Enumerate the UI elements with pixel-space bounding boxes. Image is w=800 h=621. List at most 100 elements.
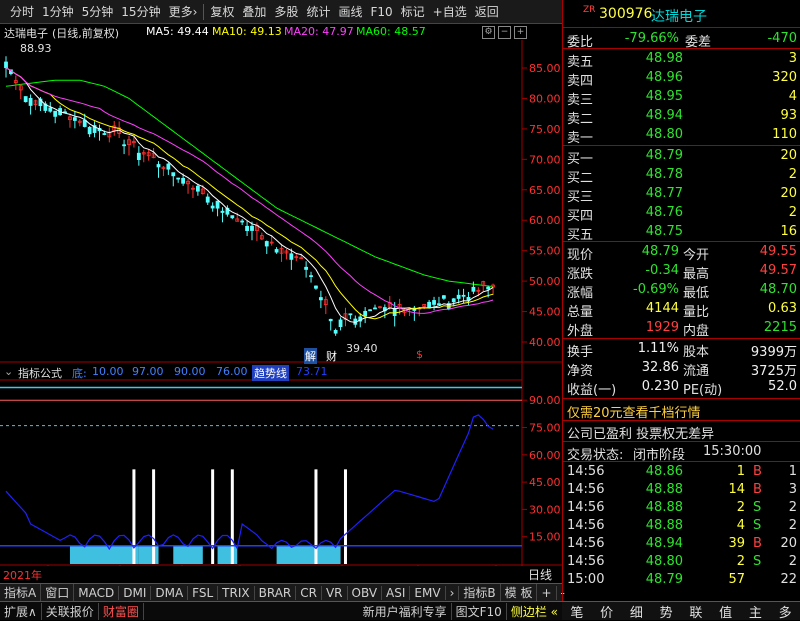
signal-bar (343, 469, 347, 564)
candle-body (264, 241, 269, 247)
tab-fsl[interactable]: FSL (188, 585, 219, 600)
tab-more-arrow[interactable]: › (446, 585, 460, 600)
tb-item[interactable]: 叠加 (238, 3, 270, 20)
quote-tab[interactable]: 联 (689, 602, 702, 621)
collapse-icon[interactable]: ⌄ (4, 365, 13, 378)
event-marker[interactable]: $ (416, 348, 423, 361)
tab-obv[interactable]: OBV (348, 585, 383, 600)
tb-item[interactable]: +自选 (429, 3, 471, 20)
tab-cr[interactable]: CR (296, 585, 322, 600)
tab-vr[interactable]: VR (322, 585, 348, 600)
stat-value: 48.79 (641, 244, 679, 259)
tab-trix[interactable]: TRIX (218, 585, 255, 600)
tb-item[interactable]: 返回 (471, 3, 503, 20)
tab-template[interactable]: 模 板 (501, 584, 538, 601)
stat-label: 现价 (567, 248, 594, 263)
tab-brar[interactable]: BRAR (255, 585, 297, 600)
tick-volume: 57 (728, 572, 745, 587)
axis-label: 45.00 (529, 476, 561, 489)
indicator-title[interactable]: 指标公式 (18, 365, 62, 381)
tb-item[interactable]: 1分钟 (38, 3, 78, 20)
order-price: 48.76 (645, 205, 683, 220)
order-volume: 20 (780, 186, 797, 201)
wealth-circle-link[interactable]: 财富圈 (99, 602, 144, 620)
tick-price: 48.86 (645, 464, 683, 479)
tb-item[interactable]: 标记 (397, 3, 429, 20)
order-label: 卖三 (567, 93, 594, 108)
quote-tab[interactable]: 细 (630, 602, 643, 621)
tab-emv[interactable]: EMV (410, 585, 446, 600)
expand-link[interactable]: 扩展∧ (0, 602, 42, 620)
divider (563, 338, 800, 339)
candle-body (274, 249, 279, 253)
tab-indicator-a[interactable]: 指标A (0, 584, 42, 601)
chart-area[interactable]: 达瑞电子 (日线,前复权) MA5: 49.44 MA10: 49.13 MA2… (0, 24, 562, 582)
chart-toolbar: 分时 1分钟 5分钟 15分钟 更多› 复权 叠加 多股 统计 画线 F10 标… (0, 0, 562, 24)
stat-value: 2215 (763, 320, 797, 335)
axis-label: 55.00 (529, 245, 561, 258)
promo-row[interactable]: 仅需20元查看千档行情 (563, 401, 800, 421)
quote-tab[interactable]: 值 (719, 602, 732, 621)
candle-body (318, 297, 323, 301)
order-label: 卖一 (567, 131, 594, 146)
tab-window[interactable]: 窗口 (41, 584, 75, 601)
quote-tab[interactable]: 势 (660, 602, 673, 621)
order-label: 买三 (567, 190, 594, 205)
candle-body (289, 253, 294, 260)
indicator-v3: 90.00 (174, 365, 206, 378)
tb-item[interactable]: 15分钟 (117, 3, 164, 20)
tab-dmi[interactable]: DMI (119, 585, 152, 600)
candle-body (456, 294, 461, 299)
stat-value: -0.69% (633, 282, 679, 297)
tick-price: 48.88 (645, 482, 683, 497)
tb-item[interactable]: 5分钟 (78, 3, 118, 20)
finance-marker[interactable]: 财 (326, 348, 337, 364)
quote-tab[interactable]: 多 (779, 602, 792, 621)
trend-line (5, 414, 494, 551)
order-volume: 320 (772, 70, 797, 85)
tab-macd[interactable]: MACD (74, 585, 120, 600)
tb-item[interactable]: 画线 (334, 3, 366, 20)
candle-body (166, 163, 171, 170)
axis-label: 70.00 (529, 153, 561, 166)
sell-order-row: 卖五 48.98 3 (563, 50, 800, 70)
tb-item[interactable]: F10 (366, 5, 396, 19)
tb-item[interactable]: 更多› (165, 3, 202, 20)
indicator-panel (0, 386, 522, 564)
sidebar-link[interactable]: 侧边栏 « (507, 603, 562, 620)
tick-side: B (753, 482, 762, 497)
price-axis: 85.00 80.00 75.00 70.00 65.00 60.00 55.00 50.00… (522, 62, 561, 349)
tb-item[interactable]: 统计 (302, 3, 334, 20)
quote-tab[interactable]: 价 (600, 602, 613, 621)
candle-body (205, 196, 210, 203)
candle-body (432, 300, 436, 305)
ma-lines (5, 67, 494, 323)
kline-chart[interactable]: 85.00 80.00 75.00 70.00 65.00 60.00 55.00 50.00… (0, 24, 562, 566)
candle-body (156, 164, 161, 168)
tab-dma[interactable]: DMA (151, 585, 189, 600)
tick-count: 1 (788, 464, 797, 479)
year-label: 2021年 (3, 569, 42, 582)
tb-item[interactable]: 多股 (270, 3, 302, 20)
order-volume: 2 (788, 205, 797, 220)
f10-link[interactable]: 图文F10 (452, 602, 507, 620)
candle-body (363, 310, 368, 317)
promo-text[interactable]: 仅需20元查看千档行情 (567, 402, 701, 421)
candle-body (4, 61, 8, 69)
tb-item[interactable]: 分时 (6, 3, 38, 20)
related-quote-link[interactable]: 关联报价 (42, 602, 99, 620)
divider (563, 441, 800, 442)
new-user-link[interactable]: 新用户福利专享 (359, 602, 452, 620)
signal-bar (132, 469, 136, 564)
unlock-marker[interactable]: 解 (304, 348, 317, 364)
tab-plus[interactable]: + (537, 585, 557, 600)
tb-item[interactable]: 复权 (206, 3, 238, 20)
quote-tab[interactable]: 主 (749, 602, 762, 621)
order-price: 48.96 (645, 70, 683, 85)
stat-value: 48.70 (759, 282, 797, 297)
tick-side: S (753, 500, 762, 515)
tab-indicator-b[interactable]: 指标B (459, 584, 501, 601)
quote-tab[interactable]: 笔 (570, 602, 583, 621)
tab-asi[interactable]: ASI (382, 585, 411, 600)
stat-row: 净资 32.86 流通 3725万 (563, 359, 800, 379)
